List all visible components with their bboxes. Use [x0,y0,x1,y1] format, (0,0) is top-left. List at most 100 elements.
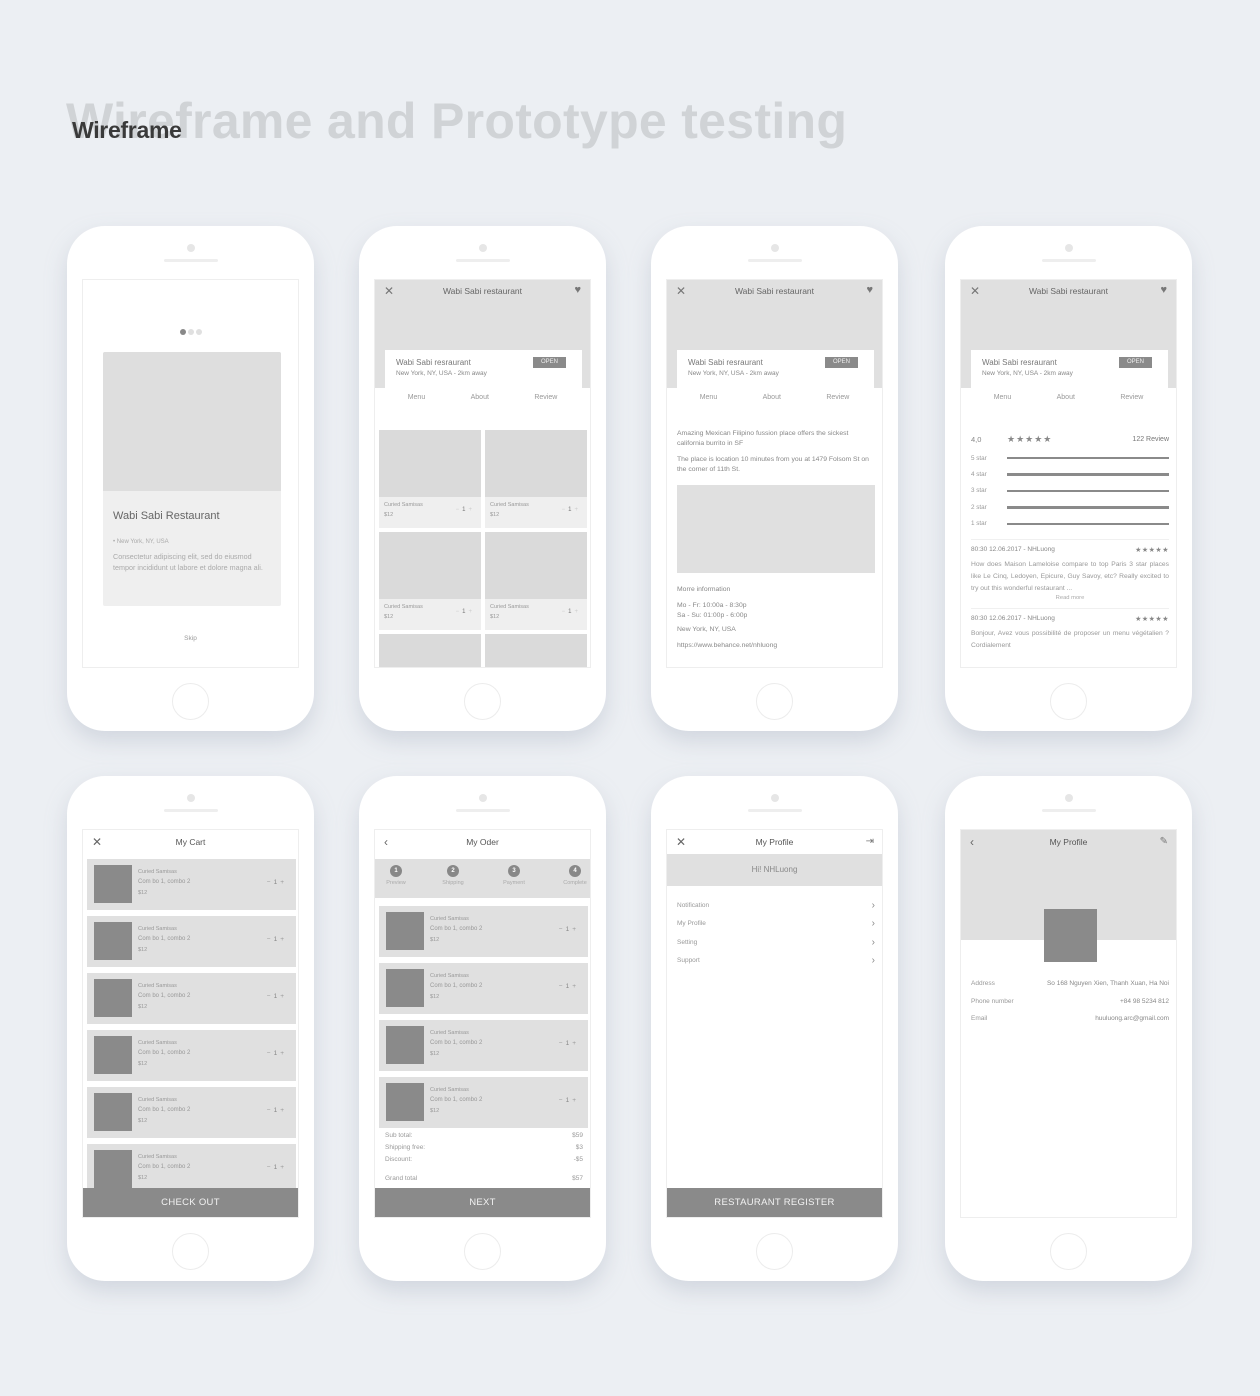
minus-button[interactable]: − [559,983,563,990]
list-item[interactable]: Curied Samisas Com bo 1, combo 2 $12 −1 + [379,906,588,957]
home-button[interactable] [756,683,793,720]
tab-review[interactable]: Review [1120,394,1143,401]
plus-button[interactable]: + [574,609,578,615]
quantity-stepper[interactable]: −1 + [264,879,287,886]
heart-icon[interactable]: ♥ [574,284,581,296]
menu-item-setting[interactable]: Setting › [677,933,875,952]
list-item[interactable]: Curied Samisas Com bo 1, combo 2 $12 −1 + [87,1087,296,1138]
tab-review[interactable]: Review [826,394,849,401]
pager-dot[interactable] [187,329,194,335]
minus-button[interactable]: − [267,879,271,886]
item-price: $12 [138,1175,148,1181]
step-payment[interactable]: 3 Payment [494,865,534,886]
home-button[interactable] [1050,683,1087,720]
plus-button[interactable]: + [572,983,576,990]
quantity-stepper[interactable]: −1 + [556,983,579,990]
list-item[interactable]: Curied Samisas Com bo 1, combo 2 $12 −1 + [379,963,588,1014]
pager-dot[interactable] [179,329,186,335]
list-item[interactable]: Curied Samisas Com bo 1, combo 2 $12 −1 + [87,859,296,910]
menu-item[interactable]: Curied Samisas $12 −1 + [485,430,587,528]
quantity-stepper[interactable]: −1 + [556,1040,579,1047]
minus-button[interactable]: − [562,609,566,615]
map-placeholder[interactable] [677,485,875,573]
menu-item[interactable]: Curied Samisas $12 −1 + [379,532,481,630]
plus-button[interactable]: + [280,1107,284,1114]
plus-button[interactable]: + [280,993,284,1000]
minus-button[interactable]: − [267,1164,271,1171]
quantity-stepper[interactable]: −1 + [453,609,475,615]
list-item[interactable]: Curied Samisas Com bo 1, combo 2 $12 −1 + [379,1020,588,1071]
home-button[interactable] [172,683,209,720]
avatar[interactable] [1044,909,1097,962]
minus-button[interactable]: − [267,1050,271,1057]
menu-item[interactable]: Curied Samisas $12 −1 + [485,532,587,630]
quantity-stepper[interactable]: −1 + [556,1097,579,1104]
list-item[interactable]: Curied Samisas Com bo 1, combo 2 $12 −1 + [87,916,296,967]
minus-button[interactable]: − [559,1040,563,1047]
skip-button[interactable]: Skip [83,635,298,642]
tab-menu[interactable]: Menu [994,394,1012,401]
tab-about[interactable]: About [1057,394,1075,401]
plus-button[interactable]: + [468,507,472,513]
next-button[interactable]: NEXT [375,1188,590,1217]
tab-about[interactable]: About [471,394,489,401]
quantity-stepper[interactable]: −1 + [264,993,287,1000]
quantity-stepper[interactable]: −1 + [264,936,287,943]
minus-button[interactable]: − [267,1107,271,1114]
checkout-button[interactable]: CHECK OUT [83,1188,298,1217]
list-item[interactable]: Curied Samisas Com bo 1, combo 2 $12 −1 + [87,1030,296,1081]
read-more-link[interactable]: Read more [971,595,1169,601]
menu-item-support[interactable]: Support › [677,952,875,971]
pager-dots[interactable] [83,328,298,337]
home-button[interactable] [756,1233,793,1270]
tab-review[interactable]: Review [534,394,557,401]
minus-button[interactable]: − [267,936,271,943]
restaurant-register-button[interactable]: RESTAURANT REGISTER [667,1188,882,1217]
step-preview[interactable]: 1 Preview [376,865,416,886]
menu-item-notification[interactable]: Notification › [677,896,875,915]
step-complete[interactable]: 4 Complete [555,865,590,886]
quantity-stepper[interactable]: −1 + [559,507,581,513]
minus-button[interactable]: − [559,1097,563,1104]
website-link[interactable]: https://www.behance.net/nhluong [677,641,877,651]
menu-item[interactable] [379,634,481,667]
list-item[interactable]: Curied Samisas Com bo 1, combo 2 $12 −1 + [379,1077,588,1128]
menu-item-my-profile[interactable]: My Profile › [677,915,875,934]
minus-button[interactable]: − [562,507,566,513]
plus-button[interactable]: + [280,1050,284,1057]
menu-item[interactable]: Curied Samisas $12 −1 + [379,430,481,528]
home-button[interactable] [1050,1233,1087,1270]
quantity-stepper[interactable]: −1 + [264,1050,287,1057]
minus-button[interactable]: − [267,993,271,1000]
plus-button[interactable]: + [280,936,284,943]
home-button[interactable] [464,1233,501,1270]
edit-pencil-icon[interactable]: ✎ [1160,836,1168,847]
minus-button[interactable]: − [456,609,460,615]
quantity-stepper[interactable]: −1 + [264,1164,287,1171]
plus-button[interactable]: + [574,507,578,513]
home-button[interactable] [172,1233,209,1270]
heart-icon[interactable]: ♥ [866,284,873,296]
tab-menu[interactable]: Menu [408,394,426,401]
pager-dot[interactable] [195,329,202,335]
heart-icon[interactable]: ♥ [1160,284,1167,296]
list-item[interactable]: Curied Samisas Com bo 1, combo 2 $12 −1 + [87,973,296,1024]
plus-button[interactable]: + [280,1164,284,1171]
quantity-stepper[interactable]: −1 + [453,507,475,513]
plus-button[interactable]: + [468,609,472,615]
tab-about[interactable]: About [763,394,781,401]
logout-icon[interactable]: ⇥ [866,836,874,847]
menu-item[interactable] [485,634,587,667]
plus-button[interactable]: + [572,1040,576,1047]
minus-button[interactable]: − [456,507,460,513]
plus-button[interactable]: + [280,879,284,886]
plus-button[interactable]: + [572,926,576,933]
tab-menu[interactable]: Menu [700,394,718,401]
quantity-stepper[interactable]: −1 + [556,926,579,933]
quantity-stepper[interactable]: −1 + [559,609,581,615]
step-shipping[interactable]: 2 Shipping [433,865,473,886]
minus-button[interactable]: − [559,926,563,933]
quantity-stepper[interactable]: −1 + [264,1107,287,1114]
plus-button[interactable]: + [572,1097,576,1104]
home-button[interactable] [464,683,501,720]
